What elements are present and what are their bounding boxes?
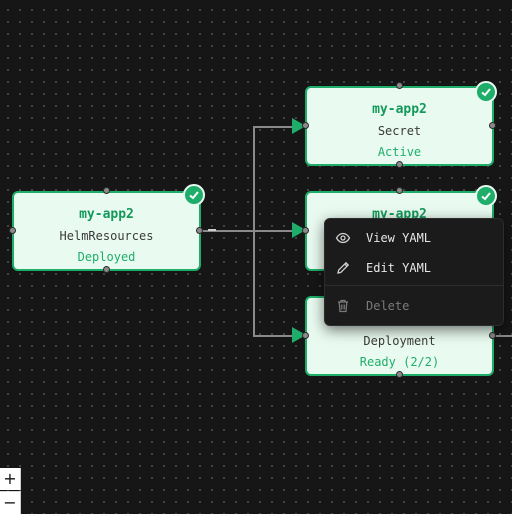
handle-top[interactable] bbox=[103, 187, 110, 194]
handle-bottom[interactable] bbox=[396, 161, 403, 168]
menu-item-edit-yaml[interactable]: Edit YAML bbox=[325, 255, 503, 281]
node-status: Ready (2/2) bbox=[359, 355, 440, 369]
handle-right[interactable] bbox=[489, 332, 496, 339]
pencil-icon bbox=[335, 260, 351, 279]
handle-top[interactable] bbox=[396, 82, 403, 89]
edge-helm-to-secret bbox=[253, 126, 294, 231]
edge-dash-marker bbox=[208, 229, 216, 231]
node-type: Deployment bbox=[363, 334, 436, 348]
check-badge-icon bbox=[475, 185, 497, 207]
handle-right[interactable] bbox=[489, 122, 496, 129]
eye-icon bbox=[335, 230, 351, 249]
handle-bottom[interactable] bbox=[396, 371, 403, 378]
zoom-in-button[interactable]: + bbox=[0, 468, 21, 490]
node-status: Deployed bbox=[77, 250, 136, 264]
menu-item-delete[interactable]: Delete bbox=[325, 293, 503, 319]
handle-bottom[interactable] bbox=[103, 266, 110, 273]
handle-left[interactable] bbox=[302, 332, 309, 339]
node-status: Active bbox=[377, 145, 422, 159]
menu-item-label: Edit YAML bbox=[366, 261, 432, 275]
menu-item-label: View YAML bbox=[366, 231, 432, 245]
menu-item-label: Delete bbox=[366, 299, 410, 313]
edge-helm-to-deployment bbox=[200, 230, 294, 337]
node-title: my-app2 bbox=[79, 207, 134, 222]
trash-icon bbox=[335, 298, 351, 317]
zoom-out-button[interactable]: − bbox=[0, 491, 21, 514]
node-title: my-app2 bbox=[372, 102, 427, 117]
check-badge-icon bbox=[183, 184, 205, 206]
node-type: Secret bbox=[377, 124, 422, 138]
handle-top[interactable] bbox=[396, 187, 403, 194]
handle-left[interactable] bbox=[302, 227, 309, 234]
handle-right[interactable] bbox=[196, 227, 203, 234]
handle-left[interactable] bbox=[9, 227, 16, 234]
node-secret[interactable]: my-app2 Secret Active bbox=[305, 86, 494, 166]
handle-left[interactable] bbox=[302, 122, 309, 129]
context-menu: View YAML Edit YAML Delete bbox=[324, 218, 504, 326]
menu-divider bbox=[325, 285, 503, 286]
node-type: HelmResources bbox=[59, 229, 154, 243]
menu-item-view-yaml[interactable]: View YAML bbox=[325, 225, 503, 251]
check-badge-icon bbox=[475, 81, 497, 103]
node-helm-resources[interactable]: my-app2 HelmResources Deployed bbox=[12, 191, 201, 271]
